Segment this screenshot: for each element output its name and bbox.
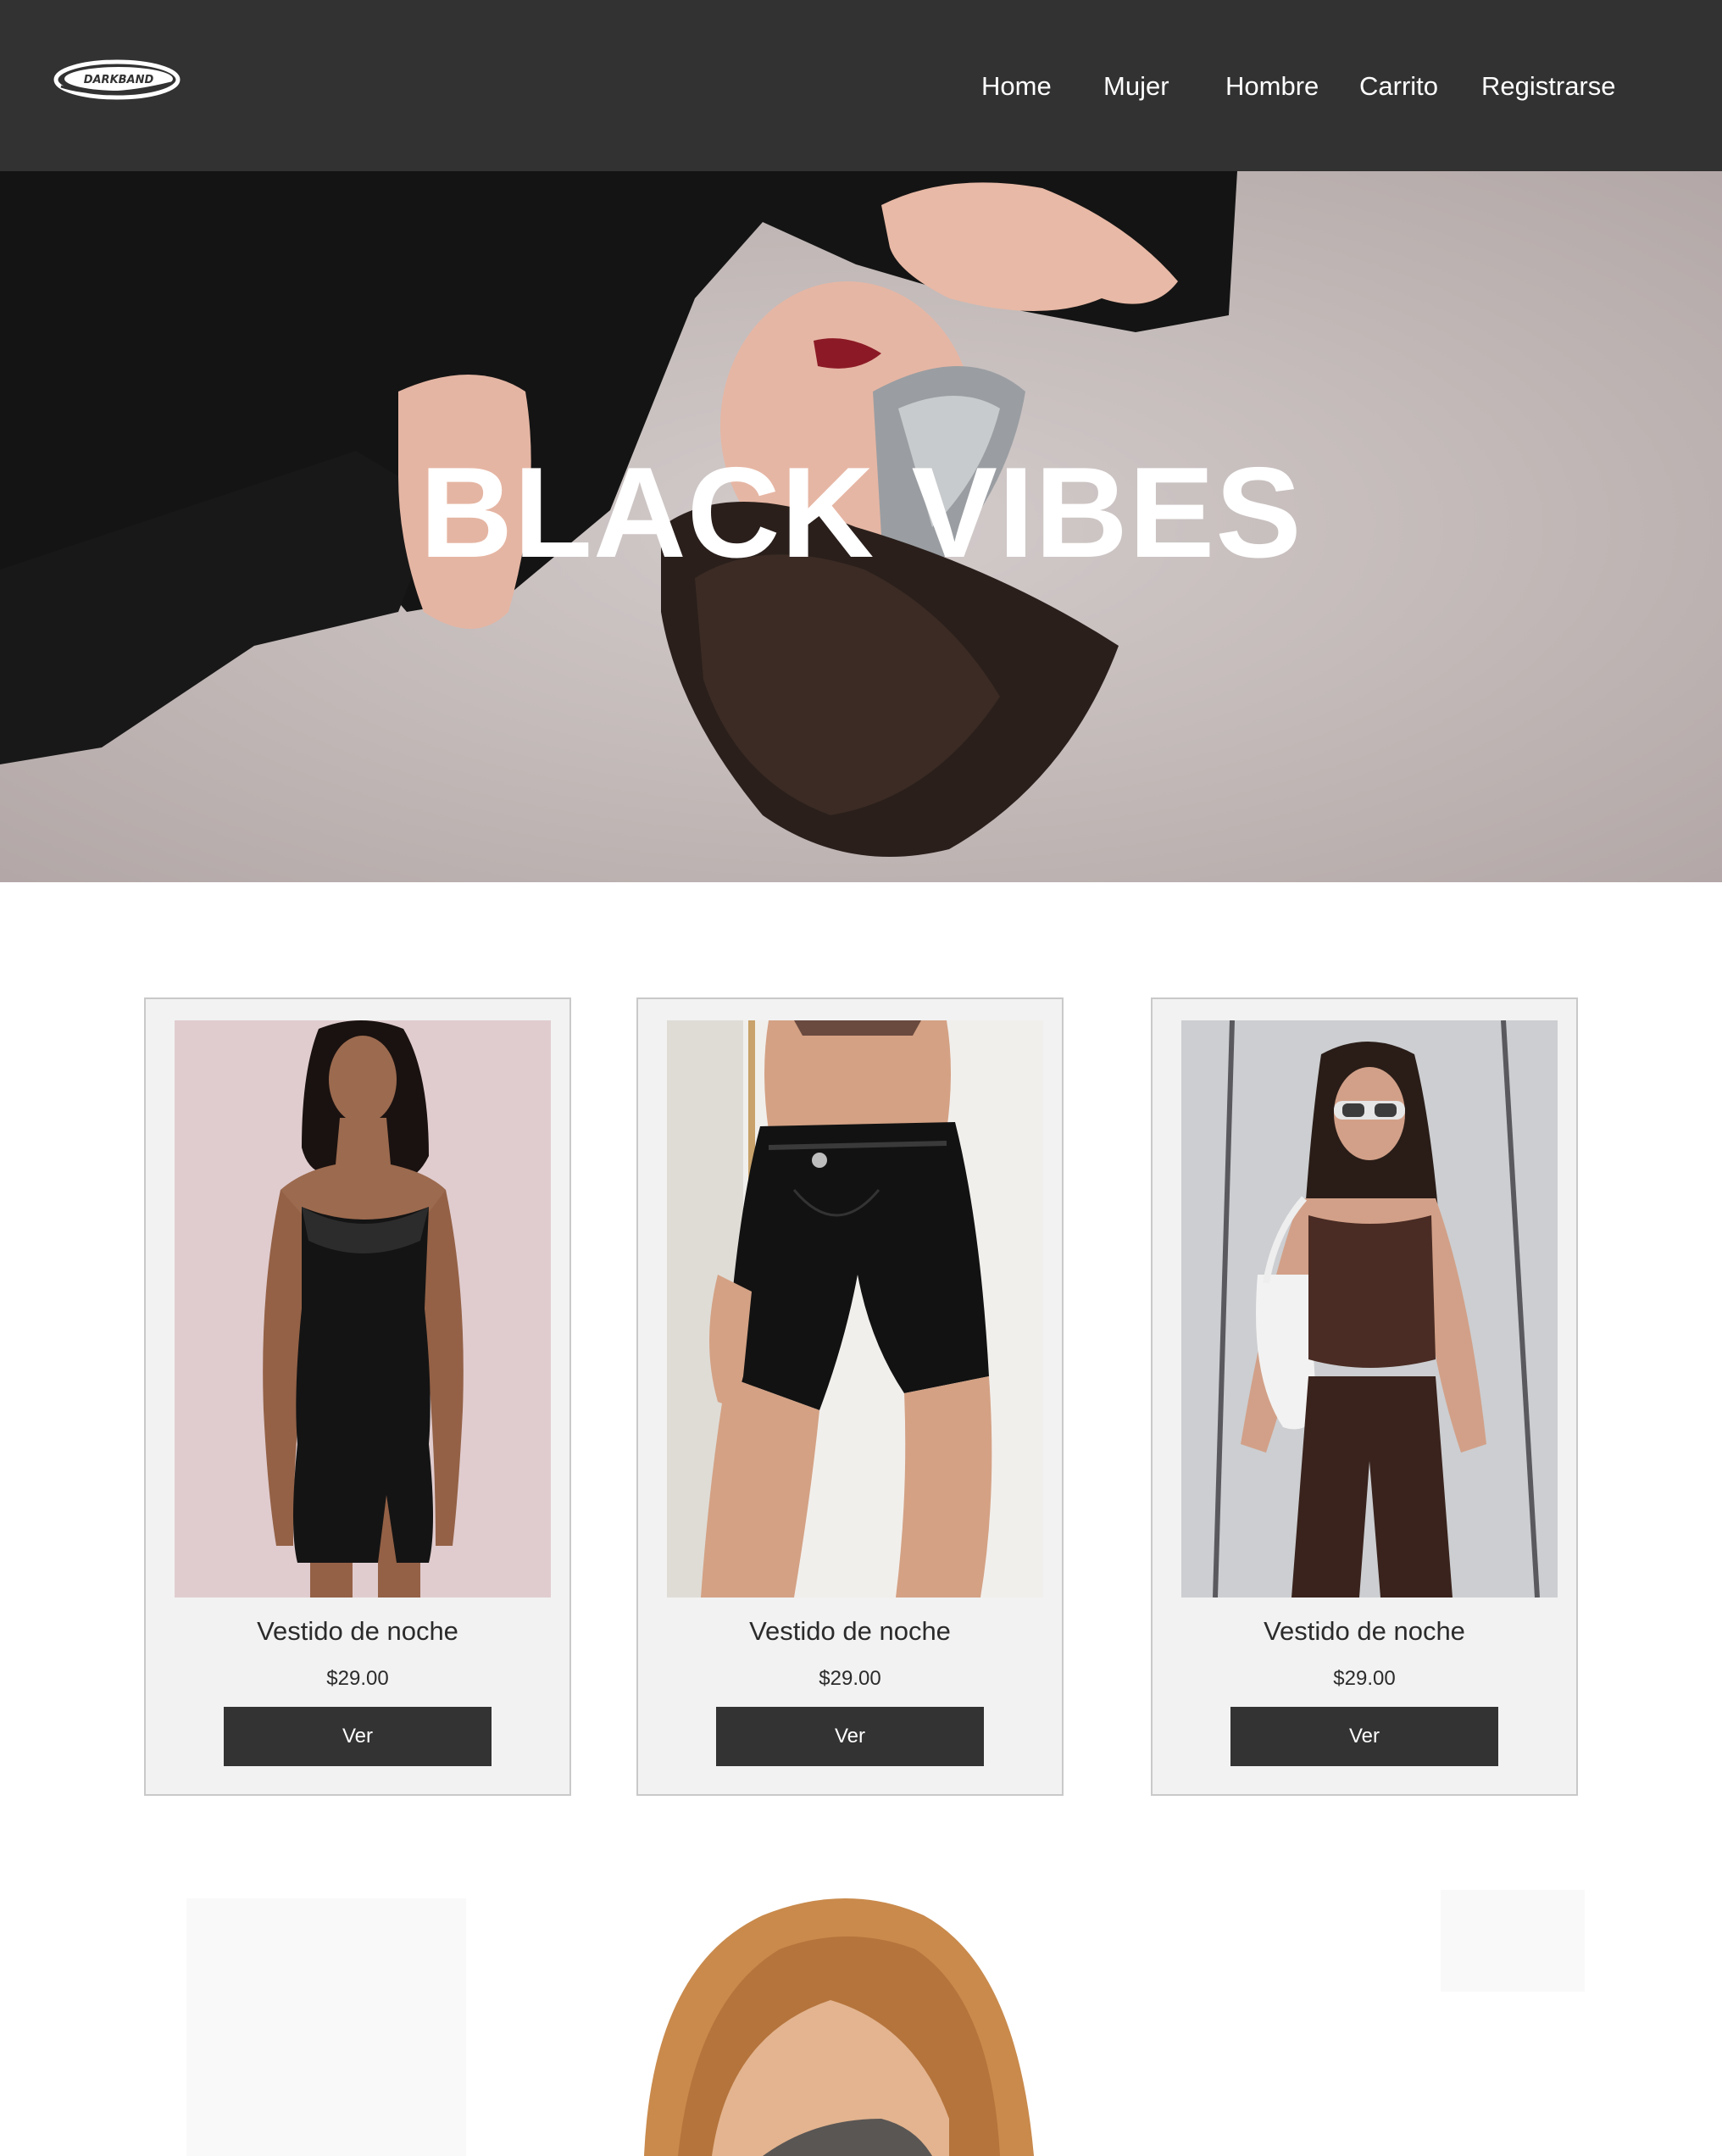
product-card: Vestido de noche $29.00 Ver: [144, 997, 571, 1796]
site-header: DARKBAND Home Mujer Hombre Carrito Regis…: [0, 0, 1722, 171]
product-image[interactable]: [1181, 1020, 1558, 1598]
banner-model-image: [0, 1864, 1722, 2156]
product-card: Vestido de noche $29.00 Ver: [1151, 997, 1578, 1796]
dress-photo: [175, 1020, 551, 1598]
nav-mujer[interactable]: Mujer: [1103, 69, 1169, 103]
hero-banner: BLACK VIBES: [0, 171, 1722, 882]
product-price: $29.00: [1333, 1667, 1396, 1690]
main-nav: Home Mujer Hombre Carrito Registrarse: [0, 0, 1722, 171]
view-product-button[interactable]: Ver: [1230, 1707, 1498, 1766]
nav-registrarse[interactable]: Registrarse: [1481, 69, 1616, 103]
nav-home[interactable]: Home: [981, 69, 1052, 103]
product-price: $29.00: [819, 1667, 881, 1690]
product-name: Vestido de noche: [257, 1616, 458, 1646]
product-price: $29.00: [326, 1667, 389, 1690]
shorts-photo: [667, 1020, 1043, 1598]
product-name: Vestido de noche: [1264, 1616, 1465, 1646]
view-product-button[interactable]: Ver: [224, 1707, 492, 1766]
product-image[interactable]: [667, 1020, 1043, 1598]
product-card: Vestido de noche $29.00 Ver: [636, 997, 1064, 1796]
hero-title: BLACK VIBES: [419, 441, 1303, 585]
secondary-banner: [0, 1864, 1722, 2156]
product-image[interactable]: [175, 1020, 551, 1598]
outfit-photo: [1181, 1020, 1558, 1598]
nav-carrito[interactable]: Carrito: [1359, 69, 1438, 103]
view-product-button[interactable]: Ver: [716, 1707, 984, 1766]
product-name: Vestido de noche: [749, 1616, 951, 1646]
nav-hombre[interactable]: Hombre: [1225, 69, 1319, 103]
